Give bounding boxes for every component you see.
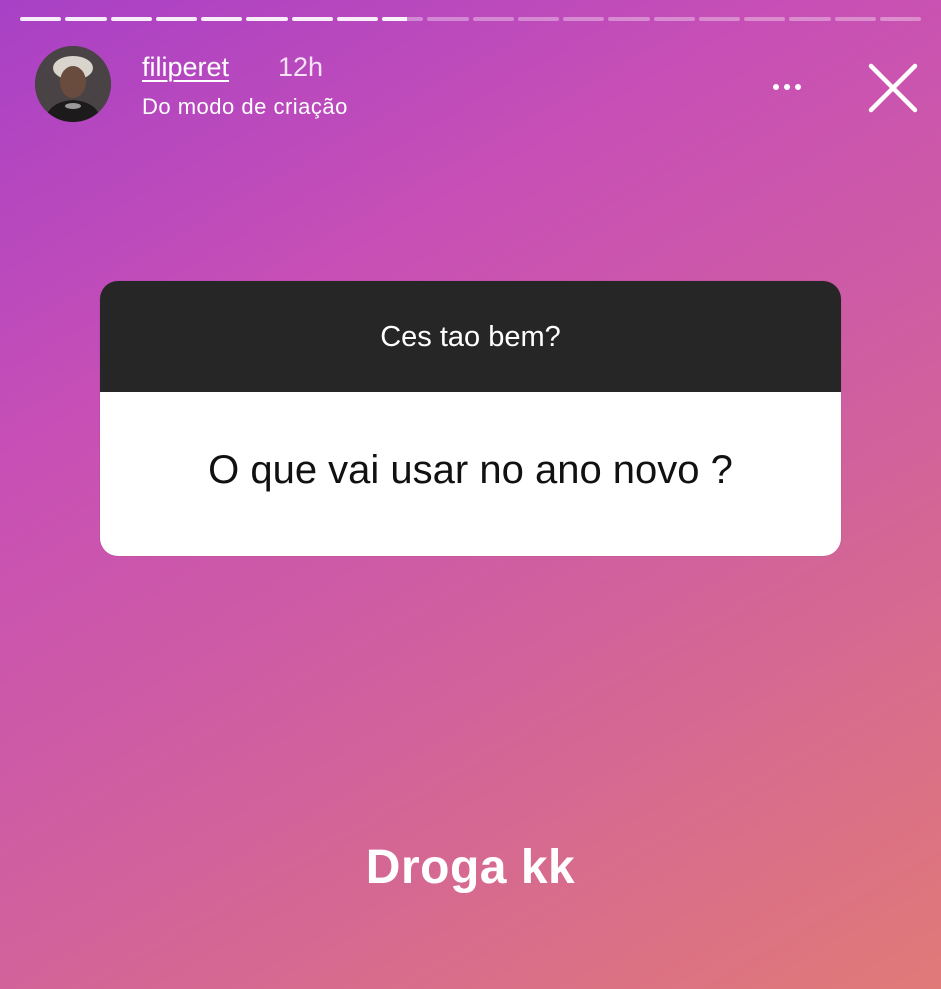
- progress-segment: [563, 17, 605, 21]
- progress-segment: [382, 17, 424, 21]
- progress-segment: [879, 17, 921, 21]
- progress-segment: [291, 17, 333, 21]
- close-icon: [868, 63, 918, 113]
- progress-segment: [427, 17, 469, 21]
- progress-segment: [65, 17, 107, 21]
- story-header: filiperet 12h Do modo de criação: [35, 46, 921, 126]
- close-button[interactable]: [865, 60, 921, 116]
- progress-segment: [201, 17, 243, 21]
- more-options-button[interactable]: [765, 72, 809, 102]
- progress-segment: [20, 17, 62, 21]
- more-horizontal-icon: [773, 84, 779, 90]
- progress-segment: [155, 17, 197, 21]
- progress-segment: [608, 17, 650, 21]
- question-answer: O que vai usar no ano novo ?: [100, 392, 841, 556]
- progress-segment-fill: [382, 17, 407, 21]
- progress-segment: [789, 17, 831, 21]
- question-prompt: Ces tao bem?: [100, 281, 841, 392]
- avatar[interactable]: [35, 46, 111, 122]
- story-subtitle: Do modo de criação: [142, 94, 348, 119]
- progress-segment: [653, 17, 695, 21]
- progress-segment: [698, 17, 740, 21]
- progress-segment: [472, 17, 514, 21]
- story-text-overlay: Droga kk: [365, 841, 576, 894]
- story-progress-bar: [20, 17, 921, 22]
- progress-segment: [110, 17, 152, 21]
- progress-segment: [834, 17, 876, 21]
- username-link[interactable]: filiperet: [142, 52, 229, 83]
- progress-segment: [246, 17, 288, 21]
- progress-segment: [517, 17, 559, 21]
- post-time: 12h: [278, 52, 324, 82]
- question-sticker[interactable]: Ces tao bem? O que vai usar no ano novo …: [100, 281, 841, 556]
- progress-segment: [744, 17, 786, 21]
- progress-segment: [336, 17, 378, 21]
- avatar-image: [35, 46, 111, 122]
